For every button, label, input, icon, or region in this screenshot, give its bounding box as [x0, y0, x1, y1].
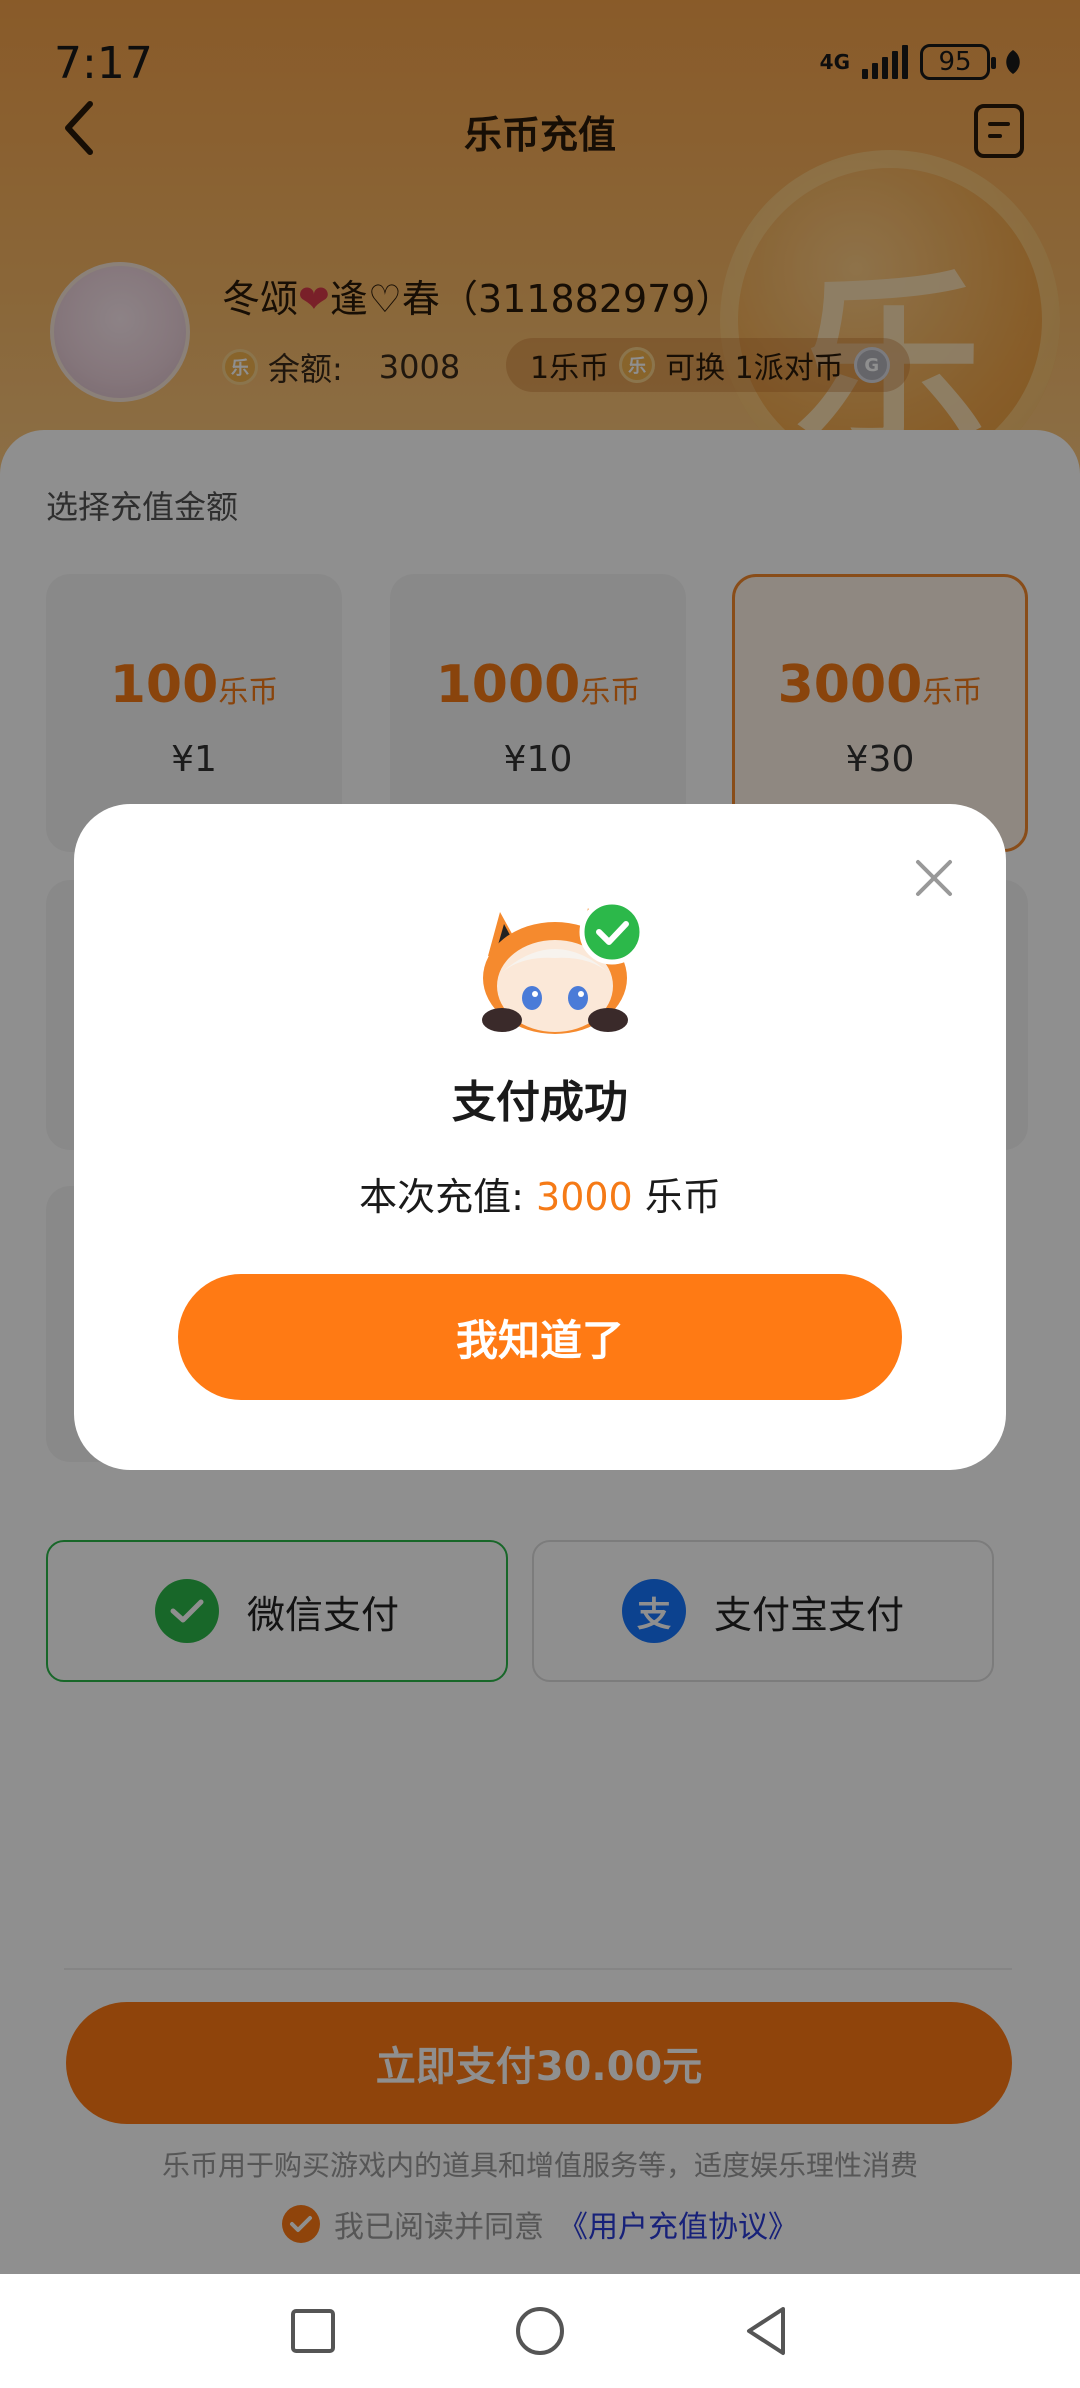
- home-icon[interactable]: [514, 2305, 566, 2357]
- recent-apps-icon[interactable]: [289, 2307, 337, 2355]
- dialog-description: 本次充值: 3000 乐币: [74, 1166, 1006, 1221]
- dialog-desc-prefix: 本次充值:: [359, 1175, 524, 1219]
- dialog-desc-amount: 3000: [536, 1175, 633, 1219]
- dialog-title: 支付成功: [452, 1077, 628, 1128]
- mascot-success-icon: [482, 899, 645, 1034]
- payment-success-dialog: 支付成功 本次充值: 3000 乐币 我知道了: [74, 804, 1006, 1470]
- dialog-desc-unit: 乐币: [644, 1175, 721, 1219]
- back-nav-icon[interactable]: [743, 2305, 791, 2357]
- got-it-button[interactable]: 我知道了: [178, 1274, 902, 1400]
- system-nav-bar: [0, 2274, 1080, 2388]
- close-icon[interactable]: [912, 856, 956, 900]
